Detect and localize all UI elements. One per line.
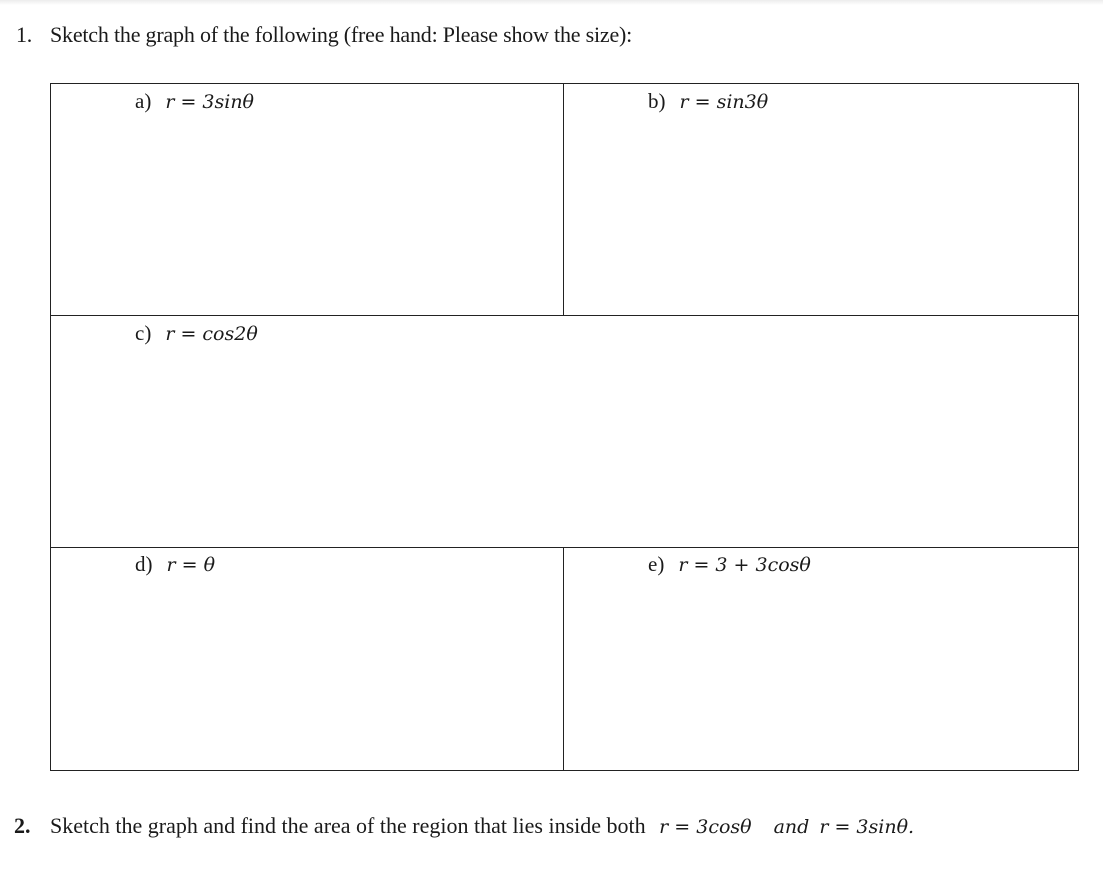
question-2-conjunction: and	[773, 816, 810, 838]
top-edge-shadow	[0, 0, 1103, 5]
part-letter: b)	[648, 89, 666, 113]
part-equation: r = cos2θ	[165, 323, 258, 345]
question-1-number: 1.	[16, 22, 33, 47]
sketch-cell-a[interactable]: a) r = 3sinθ	[51, 84, 563, 315]
part-e-label: e) r = 3 + 3cosθ	[648, 552, 811, 577]
sketch-table: a) r = 3sinθ b) r = sin3θ c) r = cos2θ d) r …	[50, 83, 1079, 771]
part-equation: r = 3 + 3cosθ	[678, 554, 811, 576]
part-c-label: c) r = cos2θ	[135, 321, 258, 346]
part-d-label: d) r = θ	[135, 552, 215, 577]
question-2-equation-2: r = 3sinθ.	[819, 816, 915, 838]
part-equation: r = sin3θ	[679, 91, 769, 113]
part-b-label: b) r = sin3θ	[648, 89, 768, 114]
sketch-cell-c[interactable]: c) r = cos2θ	[51, 316, 1078, 547]
part-letter: e)	[648, 552, 665, 576]
question-1-prompt: Sketch the graph of the following (free …	[50, 22, 633, 47]
part-equation: r = 3sinθ	[165, 91, 255, 113]
sketch-cell-b[interactable]: b) r = sin3θ	[564, 84, 1078, 315]
part-letter: c)	[135, 321, 152, 345]
sketch-cell-d[interactable]: d) r = θ	[51, 548, 563, 770]
part-letter: d)	[135, 552, 153, 576]
part-a-label: a) r = 3sinθ	[135, 89, 254, 114]
question-2-equation-1: r = 3cosθ	[659, 816, 752, 838]
question-2-prompt: Sketch the graph and find the area of th…	[50, 813, 646, 838]
part-equation: r = θ	[166, 554, 216, 576]
question-1: 1. Sketch the graph of the following (fre…	[16, 22, 632, 48]
part-letter: a)	[135, 89, 152, 113]
sketch-cell-e[interactable]: e) r = 3 + 3cosθ	[564, 548, 1078, 770]
question-2-number: 2.	[14, 813, 31, 838]
question-2: 2. Sketch the graph and find the area of …	[14, 813, 914, 839]
